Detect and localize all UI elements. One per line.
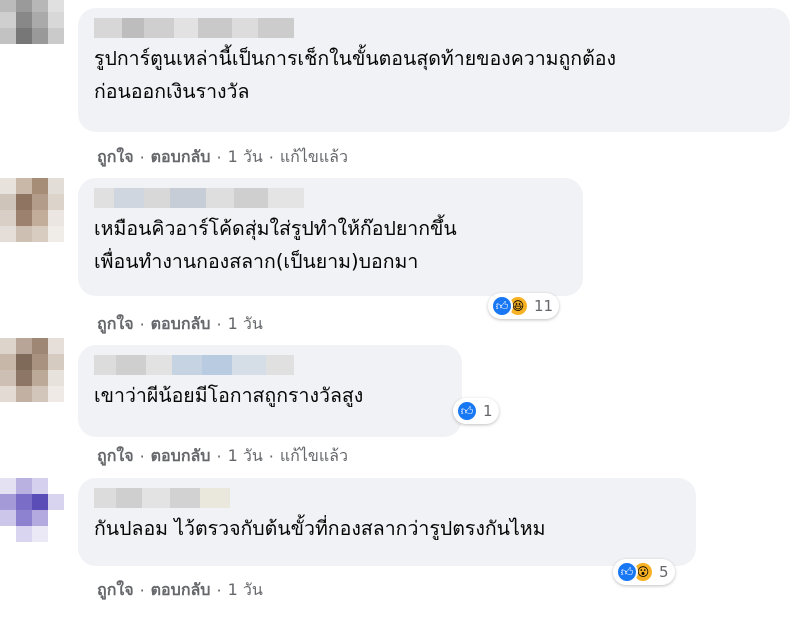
timestamp[interactable]: 1 วัน xyxy=(228,312,263,337)
author-name-blurred[interactable] xyxy=(94,18,294,38)
avatar[interactable] xyxy=(0,0,64,44)
separator-dot: · xyxy=(139,315,145,334)
separator-dot: · xyxy=(216,148,222,167)
comment-bubble: เขาว่าผีน้อยมีโอกาสถูกรางวัลสูง xyxy=(78,345,462,437)
reactions-summary[interactable]: 👍︎ 😆 11 xyxy=(488,293,560,319)
reply-link[interactable]: ตอบกลับ xyxy=(151,444,211,469)
avatar[interactable] xyxy=(0,478,64,542)
separator-dot: · xyxy=(139,148,145,167)
comment-actions: ถูกใจ · ตอบกลับ · 1 วัน xyxy=(97,312,263,337)
reactions-summary[interactable]: 👍︎ 1 xyxy=(453,398,499,424)
like-icon: 👍︎ xyxy=(456,400,478,422)
reply-link[interactable]: ตอบกลับ xyxy=(151,578,211,603)
separator-dot: · xyxy=(216,315,222,334)
avatar[interactable] xyxy=(0,178,64,242)
comment-actions: ถูกใจ · ตอบกลับ · 1 วัน xyxy=(97,578,263,603)
reactions-summary[interactable]: 👍︎ 😮 5 xyxy=(613,559,675,585)
like-link[interactable]: ถูกใจ xyxy=(97,444,134,469)
separator-dot: · xyxy=(139,447,145,466)
comment-bubble: รูปการ์ตูนเหล่านี้เป็นการเช็กในขั้นตอนสุ… xyxy=(78,8,790,132)
reply-link[interactable]: ตอบกลับ xyxy=(151,312,211,337)
timestamp[interactable]: 1 วัน xyxy=(228,578,263,603)
author-name-blurred[interactable] xyxy=(94,488,230,508)
comment-text: เขาว่าผีน้อยมีโอกาสถูกรางวัลสูง xyxy=(94,384,364,407)
like-link[interactable]: ถูกใจ xyxy=(97,578,134,603)
like-icon: 👍︎ xyxy=(491,295,513,317)
like-link[interactable]: ถูกใจ xyxy=(97,312,134,337)
separator-dot: · xyxy=(216,447,222,466)
reply-link[interactable]: ตอบกลับ xyxy=(151,145,211,170)
comment-bubble: กันปลอม ไว้ตรวจกับต้นขั้วที่กองสลากว่ารู… xyxy=(78,478,696,566)
comment-actions: ถูกใจ · ตอบกลับ · 1 วัน · แก้ไขแล้ว xyxy=(97,145,348,170)
author-name-blurred[interactable] xyxy=(94,355,294,375)
edited-label[interactable]: แก้ไขแล้ว xyxy=(280,444,348,469)
separator-dot: · xyxy=(216,581,222,600)
reaction-count: 1 xyxy=(483,402,493,420)
comment-text: เหมือนคิวอาร์โค้ดสุ่มใส่รูปทำให้ก๊อปยากข… xyxy=(94,217,457,273)
like-icon: 👍︎ xyxy=(616,561,638,583)
timestamp[interactable]: 1 วัน xyxy=(228,444,263,469)
timestamp[interactable]: 1 วัน xyxy=(228,145,263,170)
separator-dot: · xyxy=(139,581,145,600)
comment-text: กันปลอม ไว้ตรวจกับต้นขั้วที่กองสลากว่ารู… xyxy=(94,517,546,540)
separator-dot: · xyxy=(268,148,274,167)
reaction-count: 11 xyxy=(534,297,554,315)
comment-text: รูปการ์ตูนเหล่านี้เป็นการเช็กในขั้นตอนสุ… xyxy=(94,47,617,103)
comment-bubble: เหมือนคิวอาร์โค้ดสุ่มใส่รูปทำให้ก๊อปยากข… xyxy=(78,178,583,296)
author-name-blurred[interactable] xyxy=(94,188,304,208)
avatar[interactable] xyxy=(0,338,64,402)
reaction-count: 5 xyxy=(659,563,669,581)
edited-label[interactable]: แก้ไขแล้ว xyxy=(280,145,348,170)
separator-dot: · xyxy=(268,447,274,466)
like-link[interactable]: ถูกใจ xyxy=(97,145,134,170)
comment-actions: ถูกใจ · ตอบกลับ · 1 วัน · แก้ไขแล้ว xyxy=(97,444,348,469)
